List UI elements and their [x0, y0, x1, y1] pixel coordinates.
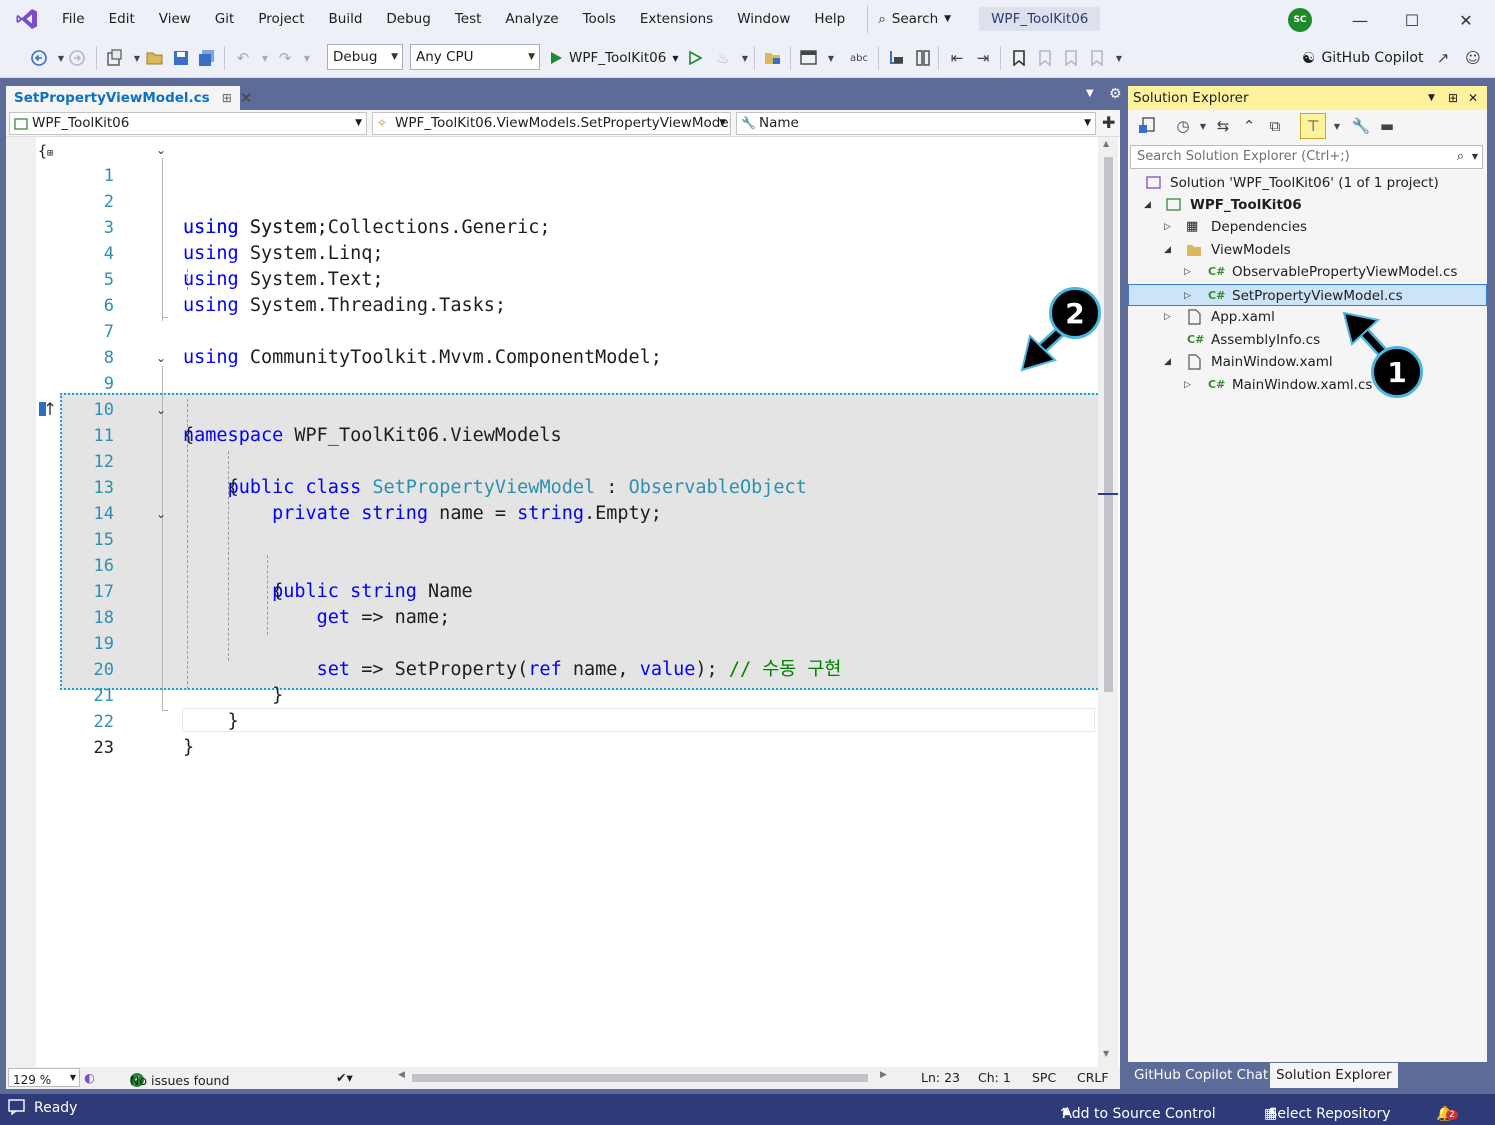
annotation-arrows	[1020, 311, 1391, 372]
arrow-1-icon	[1342, 311, 1391, 361]
callout-1-badge: 1	[1371, 346, 1423, 398]
arrow-2-icon	[1020, 324, 1068, 372]
callout-2-badge: 2	[1049, 287, 1101, 339]
